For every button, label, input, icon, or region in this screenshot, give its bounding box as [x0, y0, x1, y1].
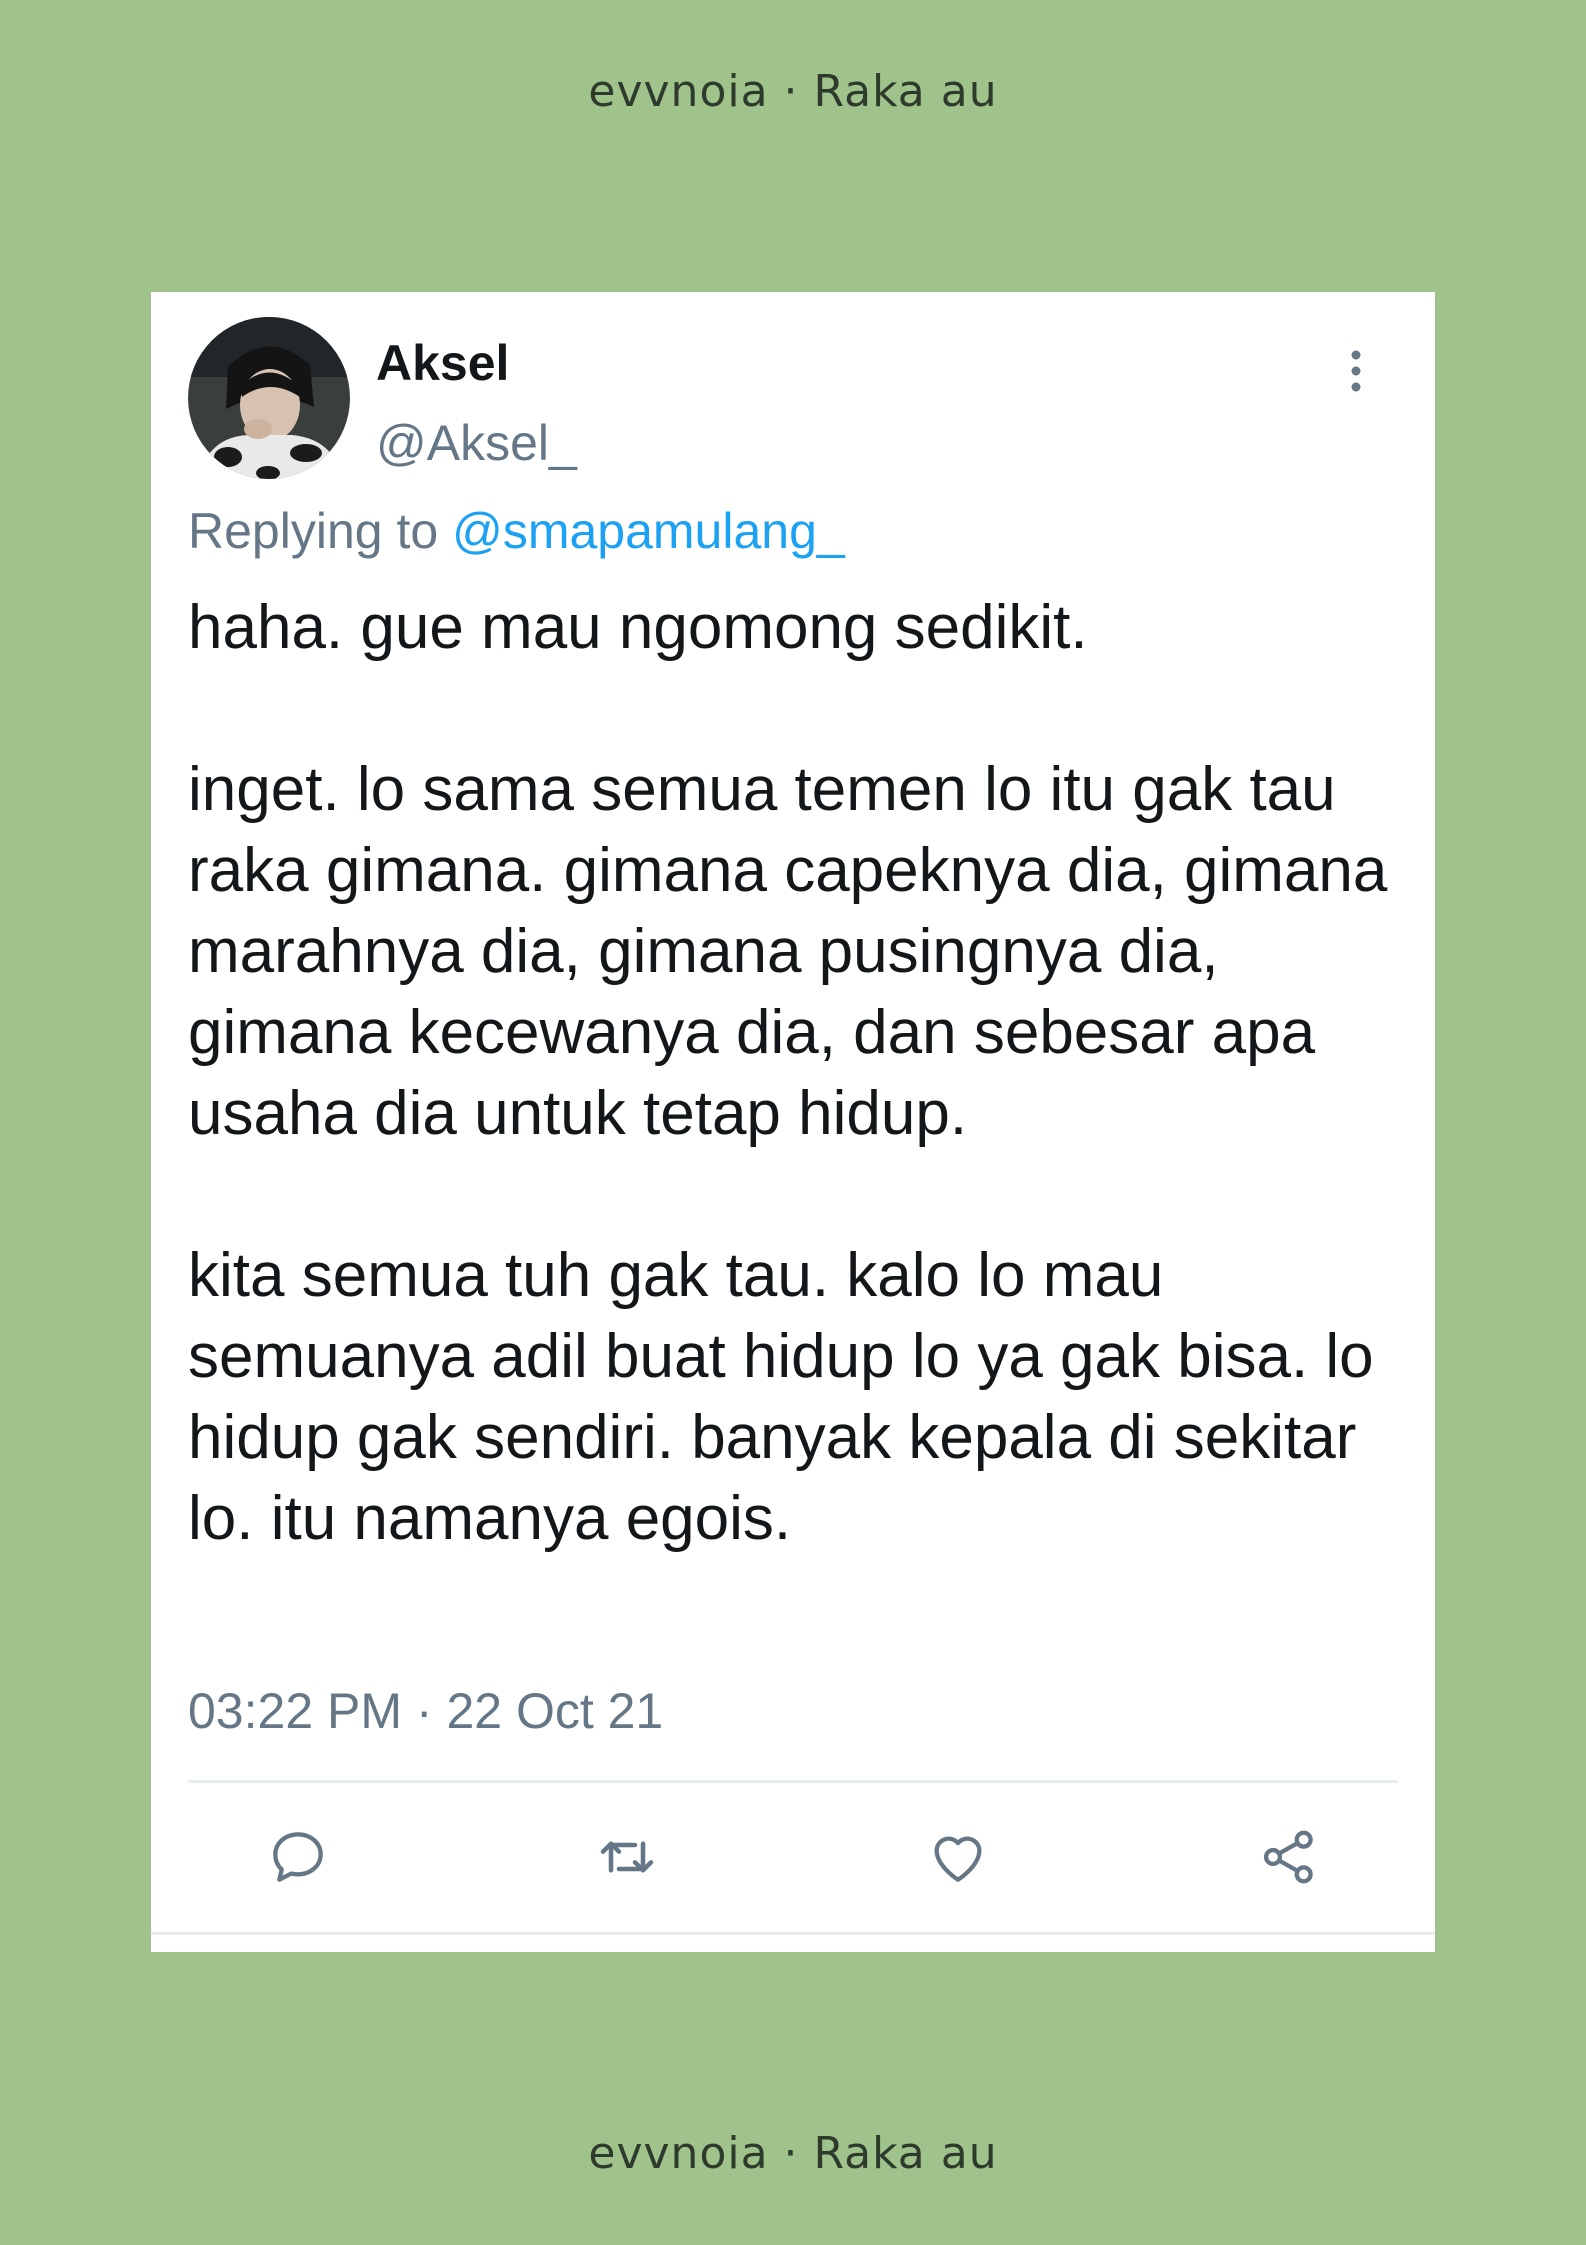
replying-to-mention-link[interactable]: @smapamulang_	[452, 503, 845, 559]
tweet-paragraph: kita semua tuh gak tau. kalo lo mau semu…	[188, 1241, 1374, 1553]
replying-to-label: Replying to	[188, 503, 439, 559]
display-name[interactable]: Aksel	[376, 334, 509, 392]
tweet-text: haha. gue mau ngomong sedikit. inget. lo…	[188, 587, 1418, 1559]
reply-button[interactable]	[263, 1822, 333, 1892]
avatar-image	[188, 317, 350, 479]
divider	[188, 1780, 1398, 1783]
divider	[151, 1932, 1435, 1935]
share-button[interactable]	[1254, 1822, 1324, 1892]
retweet-button[interactable]	[592, 1822, 662, 1892]
tweet-paragraph: inget. lo sama semua temen lo itu gak ta…	[188, 755, 1388, 1148]
heart-icon	[934, 1836, 982, 1882]
tweet-timestamp[interactable]: 03:22 PM · 22 Oct 21	[188, 1682, 663, 1740]
replying-to-line: Replying to @smapamulang_	[188, 502, 845, 560]
comment-icon	[273, 1832, 323, 1882]
share-icon	[1263, 1830, 1313, 1884]
watermark-caption-top: evvnoia · Raka au	[588, 66, 998, 117]
watermark-caption-bottom: evvnoia · Raka au	[588, 2128, 998, 2179]
tweet-paragraph: haha. gue mau ngomong sedikit.	[188, 593, 1088, 662]
more-options-icon[interactable]	[1341, 346, 1371, 396]
tweet-card: Aksel @Aksel_ Replying to @smapamulang_ …	[151, 292, 1435, 1952]
retweet-icon	[600, 1841, 654, 1873]
avatar[interactable]	[188, 317, 350, 479]
user-handle[interactable]: @Aksel_	[376, 414, 577, 472]
like-button[interactable]	[923, 1822, 993, 1892]
